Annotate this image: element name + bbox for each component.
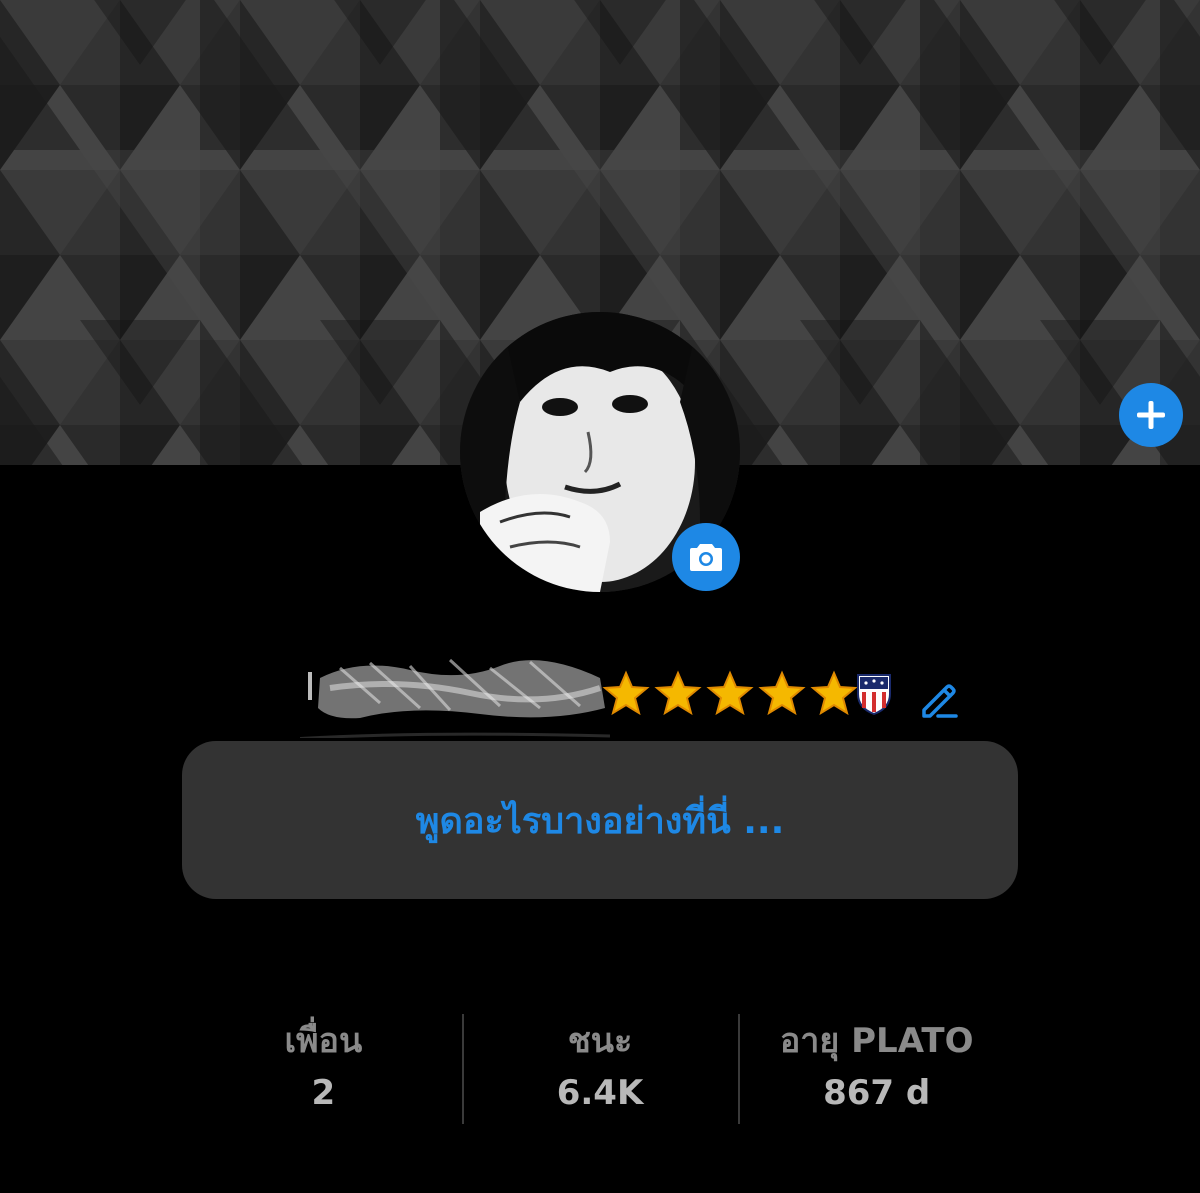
change-avatar-button[interactable] — [672, 523, 740, 591]
stat-label: ชนะ — [567, 1021, 633, 1061]
stat-plato-age: อายุ PLATO 867 d — [738, 1012, 1015, 1126]
star-icon — [758, 670, 806, 716]
pencil-icon[interactable] — [916, 678, 960, 722]
status-input[interactable]: พูดอะไรบางอย่างที่นี่ ... — [182, 741, 1018, 899]
plus-icon — [1137, 401, 1165, 429]
stat-friends[interactable]: เพื่อน 2 — [185, 1012, 462, 1126]
add-cover-button[interactable] — [1119, 383, 1183, 447]
stat-value: 6.4K — [556, 1073, 644, 1113]
camera-icon — [690, 544, 722, 571]
shield-flag-icon — [857, 674, 891, 716]
status-placeholder: พูดอะไรบางอย่างที่นี่ ... — [415, 800, 785, 842]
star-icon — [706, 670, 754, 716]
stat-value: 2 — [311, 1073, 336, 1113]
star-icon — [810, 670, 858, 716]
profile-stats: เพื่อน 2 ชนะ 6.4K อายุ PLATO 867 d — [185, 1012, 1015, 1126]
star-icon — [654, 670, 702, 716]
profile-name-row — [300, 648, 980, 738]
stat-value: 867 d — [823, 1073, 931, 1113]
rating-stars — [602, 670, 858, 718]
redacted-username — [300, 658, 610, 738]
star-icon — [602, 670, 650, 716]
stat-label: เพื่อน — [284, 1021, 363, 1061]
stat-label: อายุ PLATO — [779, 1021, 974, 1061]
stat-wins: ชนะ 6.4K — [461, 1012, 739, 1126]
